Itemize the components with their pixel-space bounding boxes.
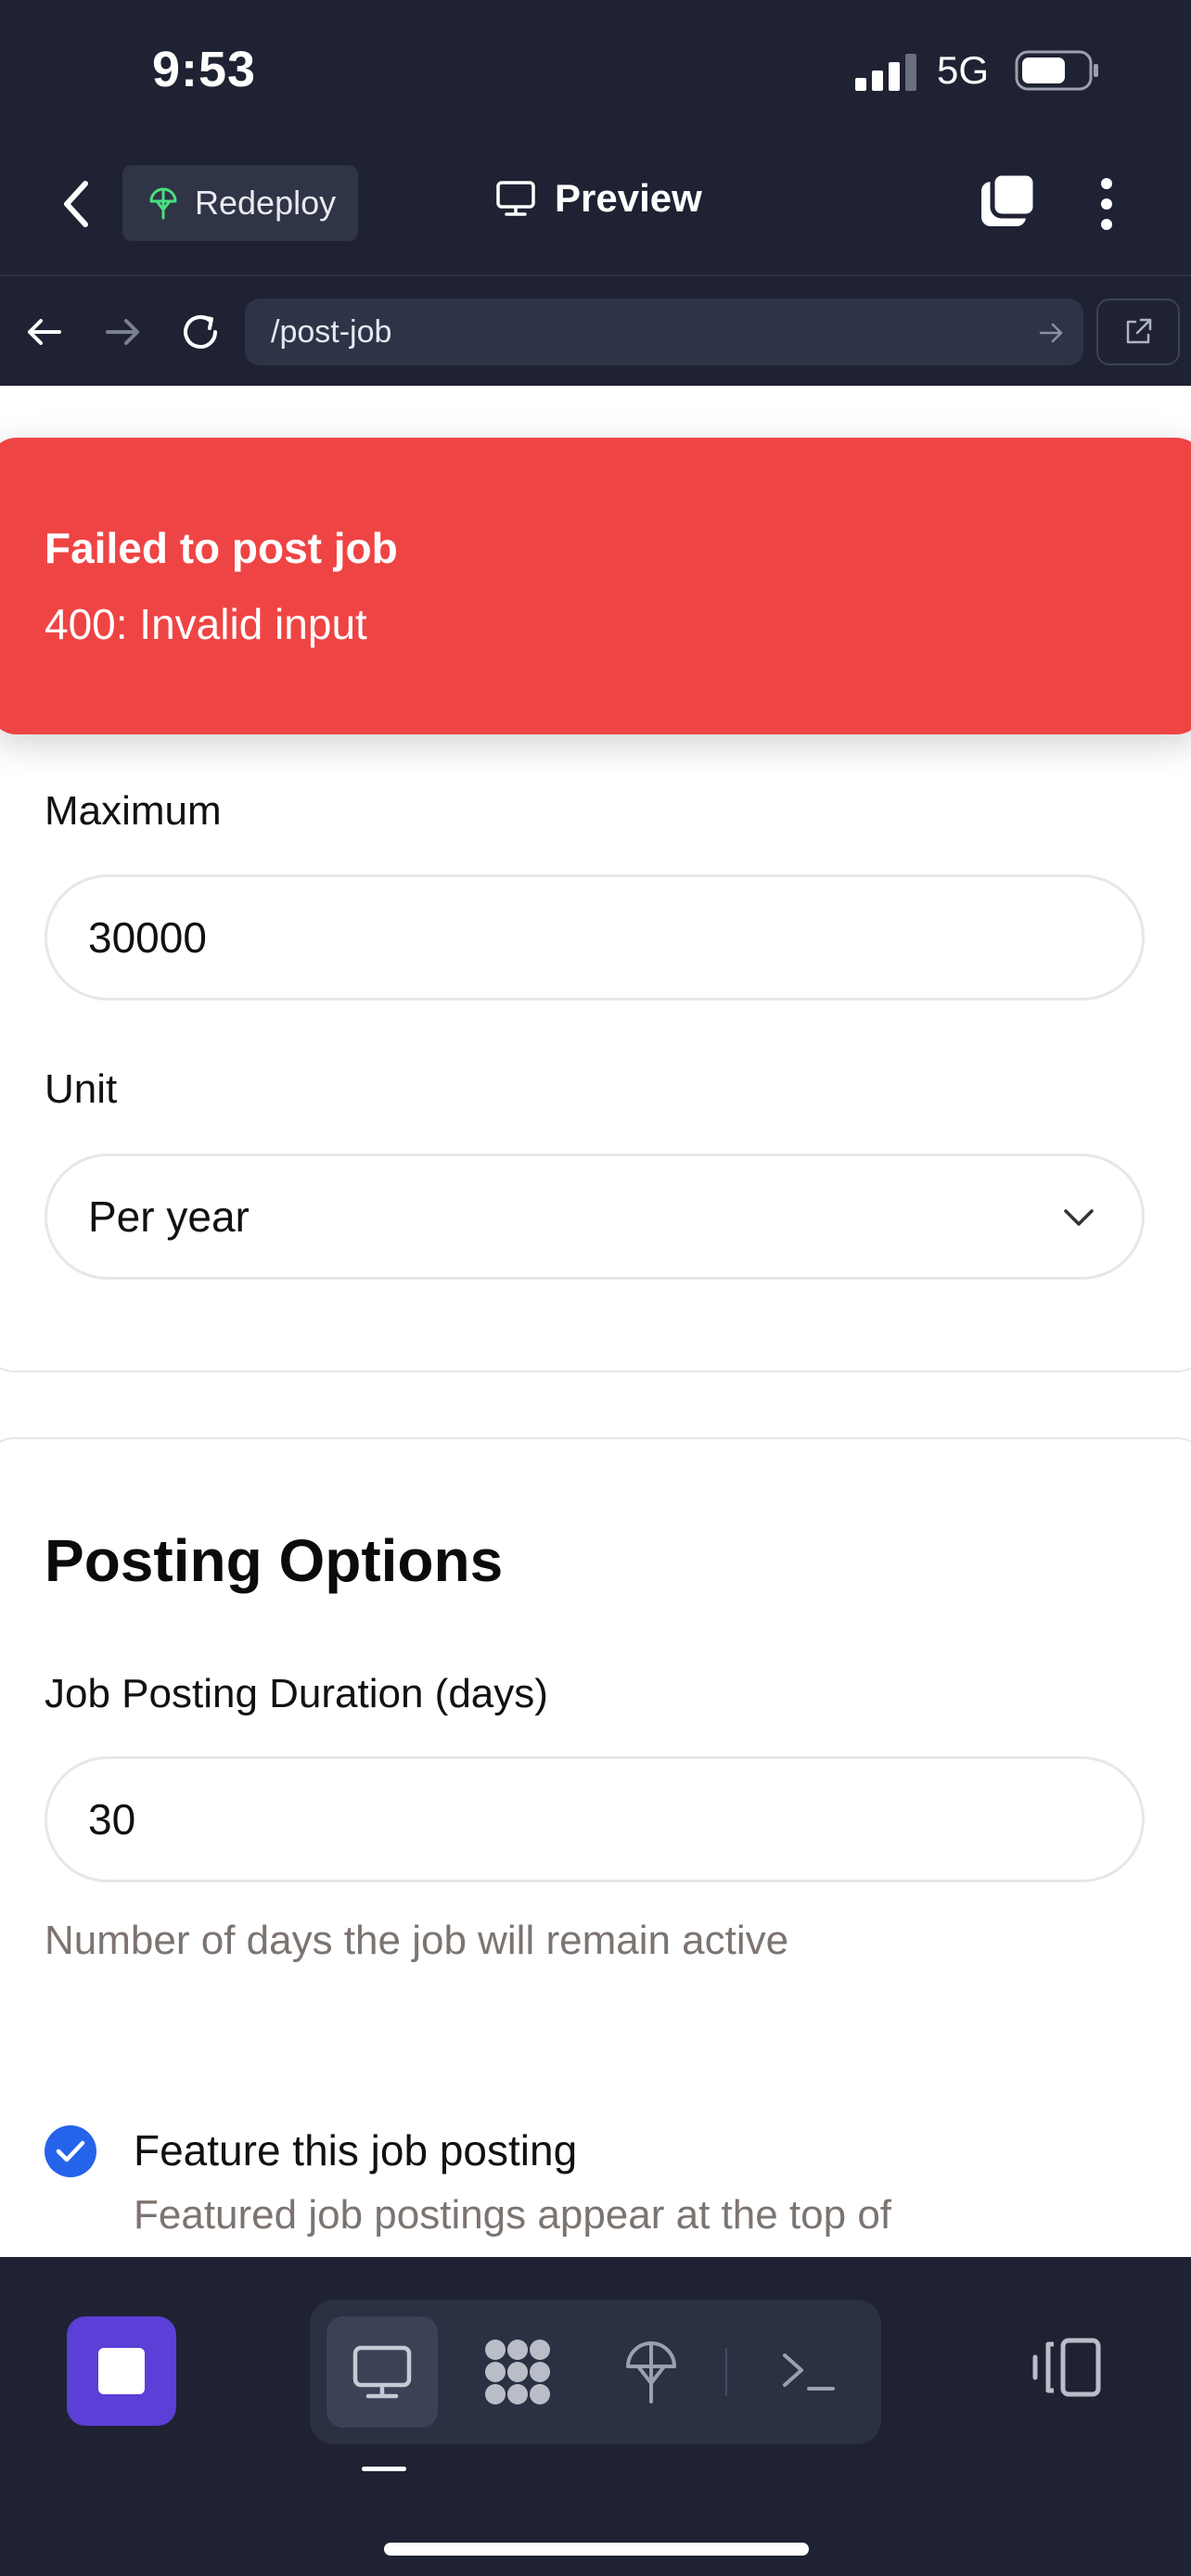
redeploy-label: Redeploy [195, 184, 337, 222]
browser-bar: /post-job [0, 274, 1191, 386]
monitor-icon [496, 181, 535, 216]
more-vertical-icon[interactable] [1093, 174, 1121, 234]
open-external-button[interactable] [1096, 299, 1180, 365]
unit-label: Unit [45, 1066, 118, 1112]
apps-tool-button[interactable] [462, 2316, 573, 2428]
duration-value: 30 [88, 1795, 136, 1843]
status-time: 9:53 [152, 42, 257, 97]
forward-arrow-icon[interactable] [100, 310, 145, 354]
redeploy-button[interactable]: Redeploy [122, 165, 358, 241]
chevron-down-icon [1064, 1209, 1094, 1226]
preview-tool-button[interactable] [327, 2316, 438, 2428]
back-chevron-icon[interactable] [56, 174, 96, 234]
stop-button[interactable] [67, 2316, 176, 2426]
apps-icon [485, 2340, 550, 2404]
terminal-tool-button[interactable] [753, 2316, 864, 2428]
external-link-icon [1126, 318, 1152, 344]
network-type: 5G [937, 48, 990, 92]
battery-icon [1015, 50, 1098, 91]
preview-label: Preview [555, 176, 702, 220]
error-toast[interactable]: Failed to post job 400: Invalid input [0, 438, 1191, 734]
stop-icon [98, 2348, 145, 2394]
signal-icon [855, 54, 916, 91]
duration-input[interactable]: 30 [45, 1756, 1145, 1882]
feature-checkbox[interactable] [45, 2125, 96, 2177]
preview-title[interactable]: Preview [495, 176, 702, 221]
tool-divider [725, 2348, 727, 2396]
maximum-salary-input[interactable]: 30000 [45, 874, 1145, 1001]
unit-select-value: Per year [88, 1192, 250, 1241]
redeploy-icon [149, 187, 177, 220]
check-icon [56, 2140, 85, 2162]
toast-message: 400: Invalid input [45, 600, 367, 648]
maximum-label: Maximum [45, 788, 222, 834]
reload-icon[interactable] [178, 310, 223, 354]
status-bar: 9:53 5G [0, 0, 1191, 139]
url-go-icon[interactable] [1037, 319, 1065, 347]
deploy-icon [626, 2341, 676, 2404]
feature-label[interactable]: Feature this job posting [134, 2125, 577, 2175]
deploy-tool-button[interactable] [596, 2316, 707, 2428]
monitor-icon [352, 2345, 412, 2399]
terminal-icon [783, 2353, 835, 2391]
duration-help-text: Number of days the job will remain activ… [45, 1918, 789, 1963]
maximum-salary-value: 30000 [88, 913, 207, 962]
unit-select[interactable]: Per year [45, 1154, 1145, 1280]
back-arrow-icon[interactable] [22, 310, 67, 354]
active-tab-indicator [362, 2467, 406, 2471]
url-text: /post-job [271, 313, 392, 350]
layout-icon[interactable] [1030, 2335, 1104, 2400]
toast-title: Failed to post job [45, 524, 398, 572]
tabs-icon[interactable] [978, 171, 1039, 232]
feature-description: Featured job postings appear at the top … [134, 2192, 892, 2238]
duration-label: Job Posting Duration (days) [45, 1671, 548, 1716]
posting-options-title: Posting Options [45, 1527, 504, 1594]
bottom-toolbar [0, 2257, 1191, 2576]
url-field[interactable]: /post-job [245, 299, 1083, 365]
home-indicator [384, 2543, 809, 2556]
app-header: Redeploy Preview [0, 139, 1191, 274]
tool-group [310, 2300, 881, 2444]
